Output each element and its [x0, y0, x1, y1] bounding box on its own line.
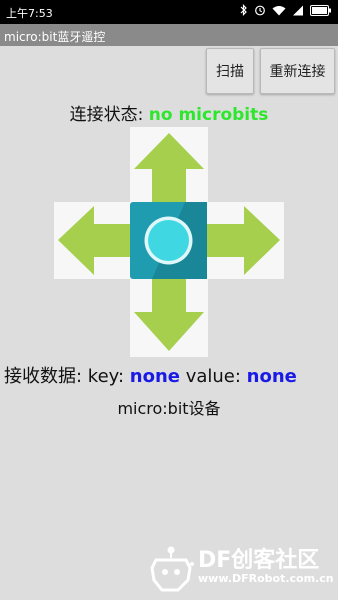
- received-value-value: none: [246, 366, 297, 387]
- center-button-icon: [144, 202, 207, 279]
- watermark-url: www.DFRobot.com.cn: [198, 572, 334, 585]
- center-button[interactable]: [130, 202, 207, 279]
- left-button[interactable]: [54, 202, 131, 279]
- received-data: 接收数据: key: none value: none: [4, 362, 297, 388]
- arrow-down-icon: [134, 278, 204, 351]
- alarm-icon: [255, 5, 265, 16]
- battery-icon: [310, 4, 331, 16]
- down-button[interactable]: [130, 278, 208, 357]
- reconnect-button[interactable]: 重新连接: [260, 48, 335, 94]
- received-data-label: 接收数据: key:: [4, 366, 130, 387]
- arrow-left-icon: [58, 206, 131, 275]
- app-title: micro:bit蓝牙遥控: [4, 30, 106, 44]
- status-bar: 上午7:53: [0, 0, 338, 24]
- connection-status-label: 连接状态:: [69, 105, 149, 125]
- scan-button[interactable]: 扫描: [206, 48, 254, 94]
- status-icons: [240, 4, 332, 16]
- app-title-bar: micro:bit蓝牙遥控: [0, 24, 338, 46]
- right-button[interactable]: [207, 202, 284, 279]
- arrow-right-icon: [207, 206, 280, 275]
- wifi-icon: [272, 5, 286, 15]
- device-name: micro:bit设备: [117, 399, 221, 418]
- signal-icon: [293, 5, 303, 15]
- arrow-up-icon: [134, 133, 204, 203]
- status-time: 上午7:53: [6, 7, 53, 20]
- bluetooth-icon: [240, 4, 247, 16]
- up-button[interactable]: [130, 127, 208, 204]
- connection-status-value: no microbits: [148, 105, 269, 125]
- connection-status: 连接状态: no microbits: [0, 100, 338, 125]
- received-key-value: none: [129, 366, 180, 387]
- watermark-brand: DF创客社区: [198, 548, 320, 573]
- robot-logo-icon: [150, 546, 194, 592]
- received-value-label: value:: [179, 366, 247, 387]
